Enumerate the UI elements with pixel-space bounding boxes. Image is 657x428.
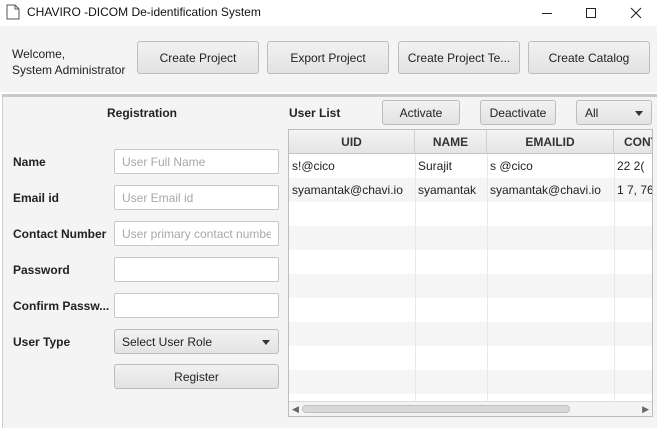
horizontal-scrollbar[interactable]: ◀ ▶	[289, 401, 652, 416]
window-title: CHAVIRO -DICOM De-identification System	[27, 5, 261, 19]
maximize-button[interactable]	[568, 0, 614, 26]
user-type-label: User Type	[13, 335, 71, 349]
table-row[interactable]: syamantak@chavi.io syamantak syamantak@c…	[289, 178, 653, 202]
column-header-uid[interactable]: UID	[289, 130, 415, 154]
table-cell: s @cico	[490, 159, 533, 173]
column-divider	[614, 154, 615, 402]
table-cell: s!@cico	[292, 159, 335, 173]
table-row[interactable]: s!@cico Surajit s @cico 22 2(	[289, 154, 652, 178]
chevron-down-icon	[635, 111, 643, 116]
user-list-title: User List	[289, 106, 341, 120]
close-icon	[630, 7, 642, 19]
confirm-password-field[interactable]	[114, 293, 279, 318]
user-table: UID NAME EMAILID CONT s!@cico Surajit s …	[288, 129, 653, 417]
table-cell: 22 2(	[617, 159, 645, 173]
password-field[interactable]	[114, 257, 279, 282]
column-divider	[487, 154, 488, 402]
welcome-message: Welcome, System Administrator	[12, 46, 125, 78]
table-cell: syamantak@chavi.io	[490, 183, 601, 197]
close-button[interactable]	[613, 0, 657, 26]
scrollbar-thumb[interactable]	[302, 405, 570, 413]
deactivate-button[interactable]: Deactivate	[480, 100, 556, 125]
maximize-icon	[586, 8, 596, 18]
chevron-down-icon	[262, 340, 270, 345]
table-cell: 1 7, 76	[617, 183, 653, 197]
empty-row	[289, 250, 652, 274]
welcome-user: System Administrator	[12, 63, 126, 77]
empty-row	[289, 274, 652, 298]
table-header: UID NAME EMAILID CONT	[289, 130, 652, 154]
column-header-emailid[interactable]: EMAILID	[487, 130, 614, 154]
column-header-name[interactable]: NAME	[415, 130, 487, 154]
contact-number-label: Contact Number	[13, 227, 107, 241]
user-role-value: Select User Role	[122, 334, 213, 349]
empty-row	[289, 202, 652, 226]
empty-row	[289, 346, 652, 370]
status-filter-select[interactable]: All	[576, 100, 652, 125]
name-field[interactable]	[114, 149, 279, 174]
table-cell: Surajit	[418, 159, 453, 173]
minimize-icon	[542, 13, 552, 14]
password-label: Password	[13, 263, 70, 277]
create-catalog-button[interactable]: Create Catalog	[528, 41, 650, 74]
title-bar: CHAVIRO -DICOM De-identification System	[0, 0, 657, 26]
welcome-greeting: Welcome,	[12, 47, 66, 61]
column-divider	[415, 154, 416, 402]
empty-row	[289, 226, 652, 250]
user-role-select[interactable]: Select User Role	[114, 329, 279, 354]
confirm-password-label: Confirm Passw...	[13, 299, 110, 313]
create-project-button[interactable]: Create Project	[137, 41, 259, 74]
minimize-button[interactable]	[524, 0, 570, 26]
register-button[interactable]: Register	[114, 364, 279, 389]
empty-row	[289, 322, 652, 346]
create-project-template-button[interactable]: Create Project Te...	[398, 41, 520, 74]
column-header-contact[interactable]: CONT	[614, 130, 652, 154]
status-filter-value: All	[585, 105, 599, 120]
registration-title: Registration	[107, 106, 178, 120]
header-toolbar: Welcome, System Administrator Create Pro…	[0, 26, 657, 92]
contact-number-field[interactable]	[114, 221, 279, 246]
email-label: Email id	[13, 191, 60, 205]
table-cell: syamantak	[418, 183, 477, 197]
export-project-button[interactable]: Export Project	[267, 41, 389, 74]
empty-row	[289, 370, 652, 394]
email-field[interactable]	[114, 185, 279, 210]
empty-row	[289, 298, 652, 322]
name-label: Name	[13, 155, 46, 169]
activate-button[interactable]: Activate	[382, 100, 460, 125]
document-icon	[6, 4, 20, 20]
table-cell: syamantak@chavi.io	[292, 183, 403, 197]
scroll-right-icon[interactable]: ▶	[642, 404, 649, 415]
scroll-left-icon[interactable]: ◀	[292, 404, 299, 415]
